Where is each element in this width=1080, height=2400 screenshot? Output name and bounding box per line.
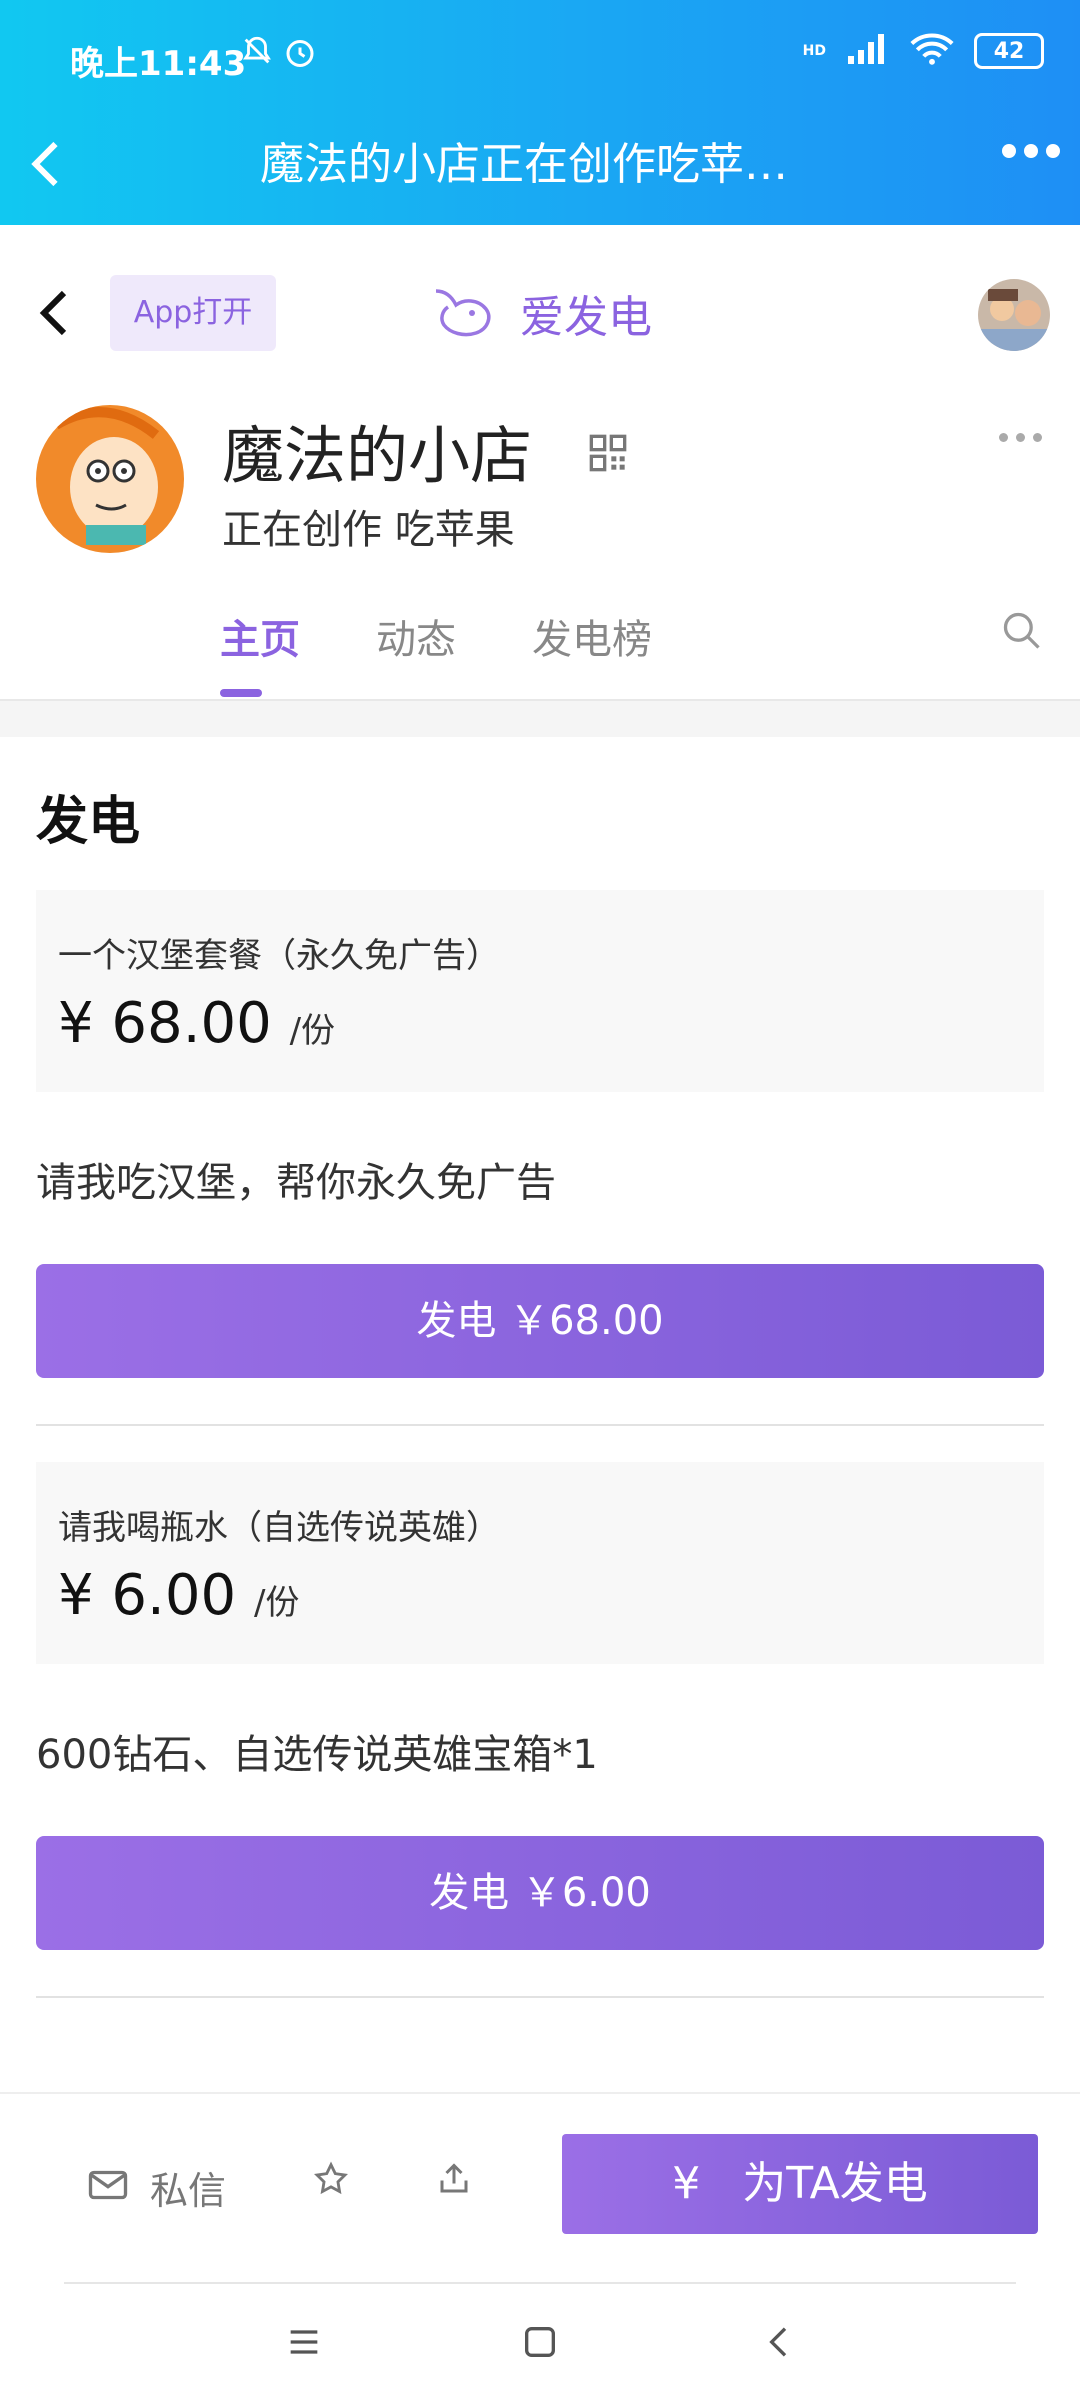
divider — [64, 2282, 1016, 2284]
star-button[interactable] — [312, 2160, 350, 2207]
qr-code-icon[interactable] — [588, 433, 628, 473]
yen-icon: ¥ — [672, 2158, 701, 2209]
app-open-button[interactable]: App打开 — [110, 275, 276, 351]
status-time: 晚上11:43 — [70, 44, 247, 84]
plan-price-value: ¥ 68.00 — [58, 991, 272, 1056]
plan-name: 一个汉堡套餐（永久免广告） — [58, 936, 500, 976]
share-icon — [436, 2160, 472, 2207]
plan-price: ¥ 6.00 /份 — [58, 1563, 1022, 1628]
plan-sponsor-button[interactable]: 发电 ￥68.00 — [36, 1264, 1044, 1378]
home-icon[interactable] — [520, 2322, 560, 2362]
tab-activity[interactable]: 动态 — [376, 607, 456, 665]
brand-name: 爱发电 — [520, 292, 652, 343]
message-label: 私信 — [150, 2169, 227, 2213]
more-icon[interactable] — [1002, 144, 1060, 158]
tab-home[interactable]: 主页 — [220, 607, 300, 665]
nav-back-icon[interactable] — [34, 285, 74, 341]
plan-price-value: ¥ 6.00 — [58, 1563, 237, 1628]
divider — [36, 1424, 1044, 1426]
menu-icon[interactable] — [284, 2322, 324, 2362]
tab-bar: 主页 动态 发电榜 — [0, 587, 1080, 701]
sponsor-label: 为TA发电 — [742, 2158, 928, 2209]
tab-active-indicator — [220, 689, 262, 697]
plan-card: 一个汉堡套餐（永久免广告） ¥ 68.00 /份 — [36, 890, 1044, 1092]
profile-name: 魔法的小店 — [222, 419, 533, 492]
plan-sponsor-button[interactable]: 发电 ￥6.00 — [36, 1836, 1044, 1950]
section-spacer — [0, 701, 1080, 737]
wifi-icon — [910, 32, 954, 70]
sponsor-creator-button[interactable]: ¥ 为TA发电 — [562, 2134, 1038, 2234]
profile-header: 魔法的小店 正在创作 吃苹果 — [0, 405, 1080, 553]
bell-muted-icon — [240, 34, 274, 72]
signal-icon — [846, 32, 890, 70]
sponsor-section: 发电 一个汉堡套餐（永久免广告） ¥ 68.00 /份 请我吃汉堡，帮你永久免广… — [0, 779, 1080, 1998]
top-nav: App打开 爱发电 — [0, 225, 1080, 405]
message-button[interactable]: 私信 — [88, 2160, 226, 2215]
plan-price: ¥ 68.00 /份 — [58, 991, 1022, 1056]
plan-description: 600钻石、自选传说英雄宝箱*1 — [36, 1732, 598, 1778]
alarm-icon — [282, 34, 318, 74]
mail-icon — [88, 2166, 128, 2210]
profile-subtitle: 正在创作 吃苹果 — [222, 507, 515, 553]
user-avatar[interactable] — [978, 279, 1050, 351]
profile-more-icon[interactable] — [999, 433, 1042, 442]
system-nav-bar — [0, 2282, 1080, 2400]
section-title: 发电 — [36, 792, 141, 852]
hd-label: HD — [802, 43, 826, 59]
plan-card: 请我喝瓶水（自选传说英雄） ¥ 6.00 /份 — [36, 1462, 1044, 1664]
share-button[interactable] — [436, 2160, 472, 2207]
title-bar: 魔法的小店正在创作吃苹… — [0, 120, 1080, 220]
tab-ranking[interactable]: 发电榜 — [532, 607, 652, 665]
search-icon[interactable] — [1000, 609, 1044, 653]
plan-price-unit: /份 — [289, 1011, 336, 1051]
page-content: App打开 爱发电 魔法的小店 正在创作 吃苹果 主页 动态 发电榜 发电 一个… — [0, 225, 1080, 1998]
page-title: 魔法的小店正在创作吃苹… — [260, 139, 788, 190]
status-icons: HD 42 — [803, 32, 1044, 70]
brand-logo: 爱发电 — [430, 281, 652, 345]
back-icon[interactable] — [18, 134, 88, 204]
brand-mascot-icon — [430, 283, 498, 343]
profile-avatar[interactable] — [36, 405, 184, 553]
header-bar: 晚上11:43 HD 42 魔法的小店正在创作吃苹… — [0, 0, 1080, 225]
back-nav-icon[interactable] — [760, 2322, 800, 2362]
bottom-action-bar: 私信 ¥ 为TA发电 — [0, 2092, 1080, 2284]
plan-description: 请我吃汉堡，帮你永久免广告 — [36, 1160, 556, 1206]
divider — [36, 1996, 1044, 1998]
plan-price-unit: /份 — [253, 1583, 300, 1623]
plan-name: 请我喝瓶水（自选传说英雄） — [58, 1508, 500, 1548]
star-icon — [312, 2160, 350, 2207]
battery-icon: 42 — [974, 33, 1044, 69]
